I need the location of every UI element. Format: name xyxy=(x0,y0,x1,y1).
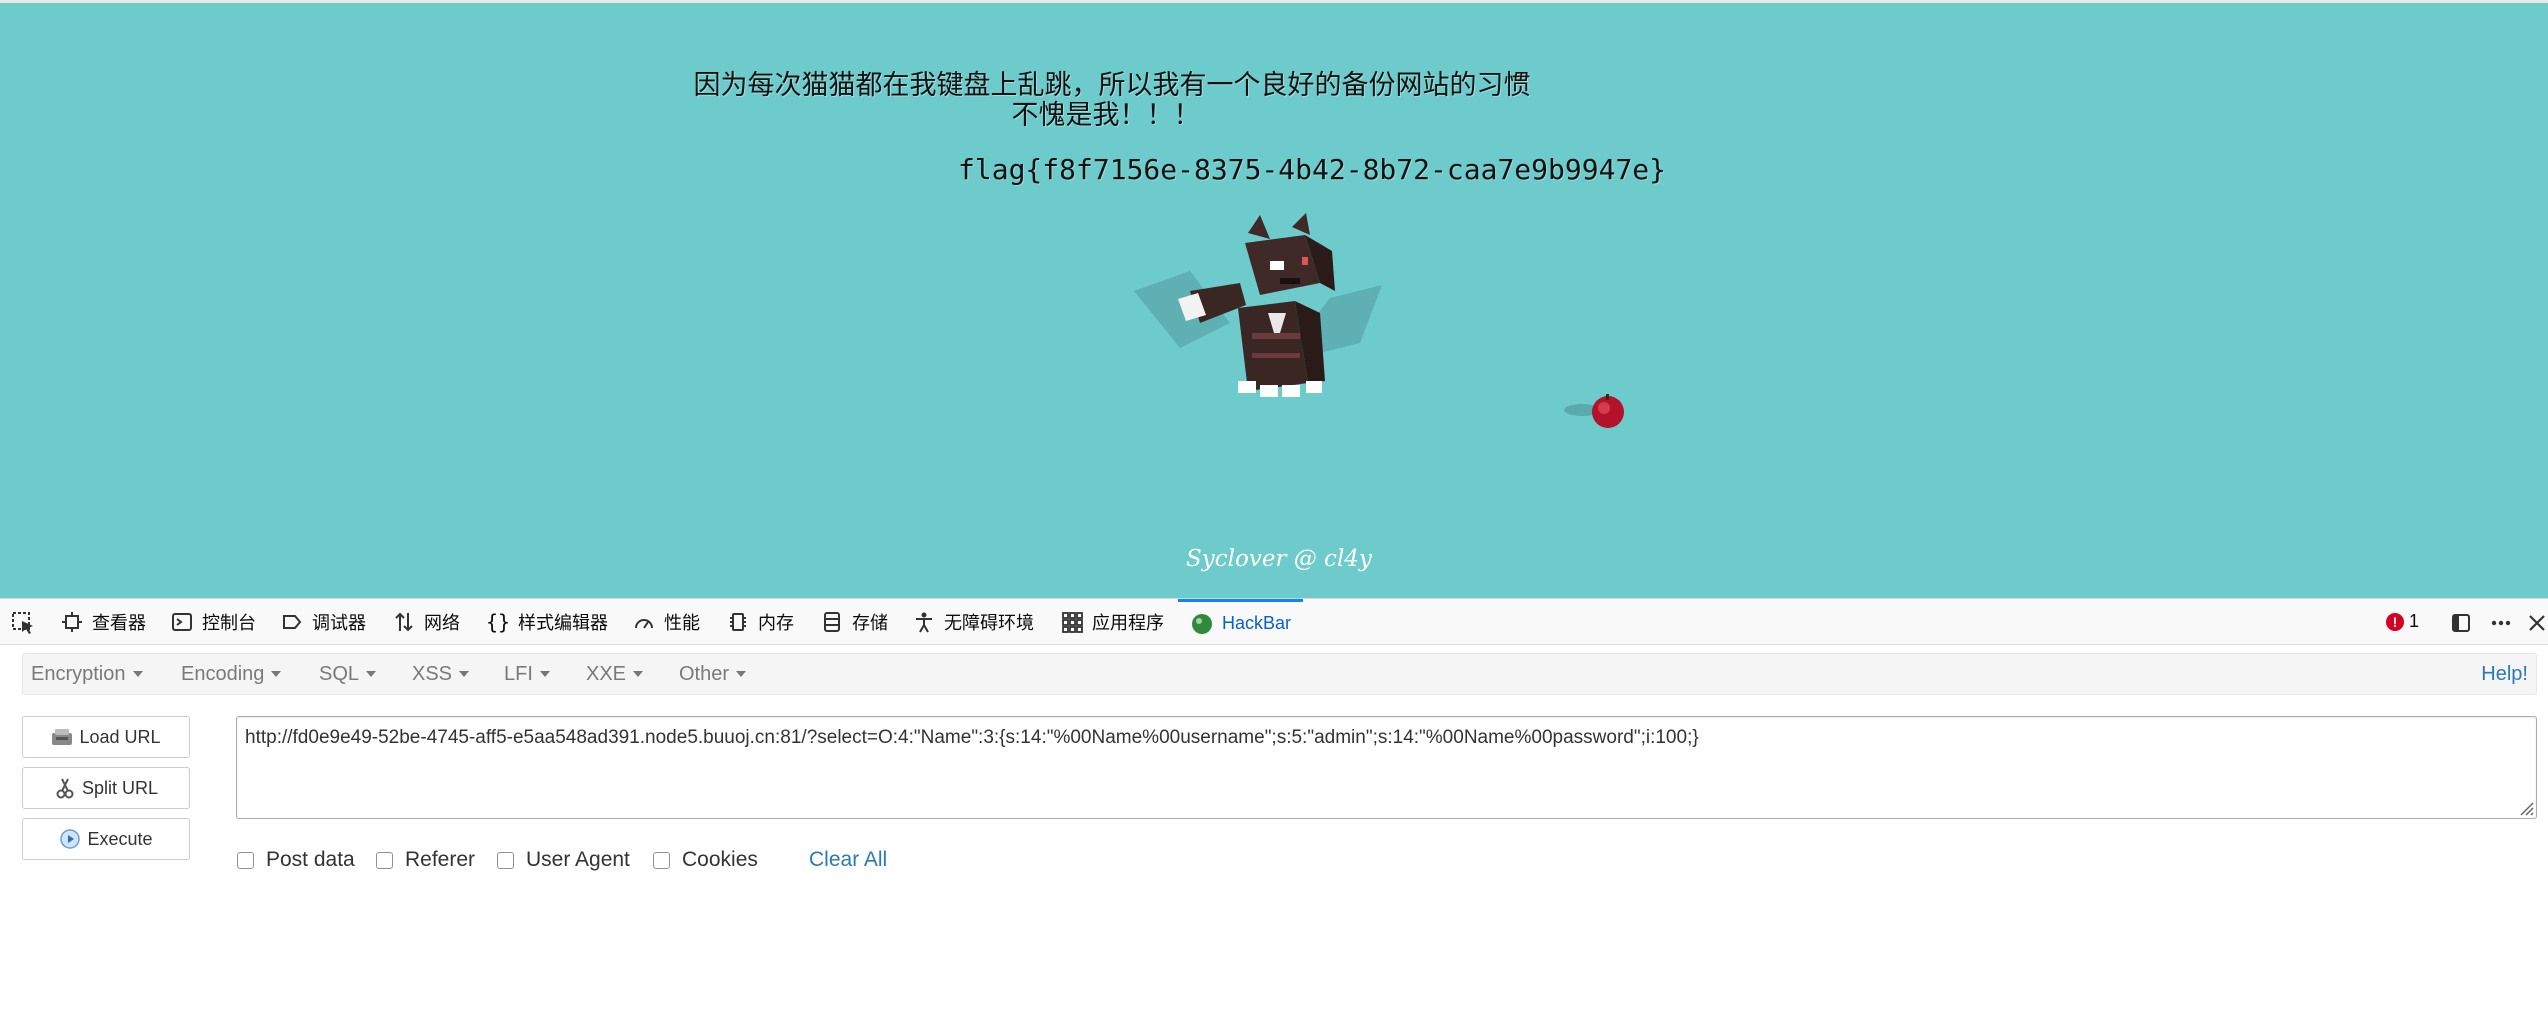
page-viewport: 因为每次猫猫都在我键盘上乱跳，所以我有一个良好的备份网站的习惯 不愧是我！！！ … xyxy=(0,0,2548,598)
dock-side-icon[interactable] xyxy=(2448,610,2474,636)
load-url-button[interactable]: Load URL xyxy=(22,716,190,758)
user-agent-label: User Agent xyxy=(526,848,630,871)
menu-label: SQL xyxy=(319,662,360,685)
url-textarea[interactable]: http://fd0e9e49-52be-4745-aff5-e5aa548ad… xyxy=(236,716,2537,819)
play-icon xyxy=(59,828,81,850)
cookies-option[interactable]: Cookies xyxy=(653,848,758,872)
devtools-tab-label: 样式编辑器 xyxy=(518,613,608,633)
error-count: 1 xyxy=(2409,611,2420,631)
menu-label: XXE xyxy=(586,662,627,685)
hackbar-menu-bar: Encryption Encoding SQL XSS LFI XXE Othe… xyxy=(22,653,2537,695)
cat-illustration xyxy=(1134,213,1382,397)
flag-text: flag{f8f7156e-8375-4b42-8b72-caa7e9b9947… xyxy=(958,153,1667,186)
referer-label: Referer xyxy=(405,848,476,871)
error-count-badge[interactable]: ! 1 xyxy=(2386,611,2419,632)
devtools-tab-label: 性能 xyxy=(664,613,700,633)
referer-option[interactable]: Referer xyxy=(376,848,475,872)
menu-label: LFI xyxy=(504,662,533,685)
accessibility-icon xyxy=(912,610,936,634)
execute-label: Execute xyxy=(87,828,153,849)
post-data-label: Post data xyxy=(266,848,355,871)
devtools-tab-label: 无障碍环境 xyxy=(944,613,1034,633)
devtools-tab-application[interactable]: 应用程序 xyxy=(1060,599,1164,645)
devtools-tab-hackbar[interactable]: HackBar xyxy=(1178,599,1304,645)
chevron-down-icon xyxy=(539,671,550,677)
devtools-tab-console[interactable]: 控制台 xyxy=(170,599,256,645)
devtools-tab-label: 网络 xyxy=(424,613,460,633)
menu-label: Other xyxy=(679,662,730,685)
resize-handle-icon[interactable] xyxy=(2516,798,2534,816)
error-icon: ! xyxy=(2386,612,2404,631)
chevron-down-icon xyxy=(736,671,747,677)
cookies-label: Cookies xyxy=(682,848,758,871)
page-footer: Syclover @ cl4y xyxy=(1186,546,1372,572)
referer-checkbox[interactable] xyxy=(376,851,393,869)
menu-label: Encoding xyxy=(181,662,265,685)
chevron-down-icon xyxy=(132,671,143,677)
post-data-option[interactable]: Post data xyxy=(237,848,355,872)
element-picker-icon[interactable] xyxy=(10,610,36,636)
devtools-tab-performance[interactable]: 性能 xyxy=(632,599,700,645)
hackbar-icon xyxy=(1190,612,1214,636)
devtools-tab-inspector[interactable]: 查看器 xyxy=(60,599,146,645)
user-agent-checkbox[interactable] xyxy=(497,851,514,869)
menu-xss[interactable]: XSS xyxy=(412,654,470,694)
devtools-toolbar: 查看器 控制台 调试器 网络 {} 样式编辑器 性能 内存 存储 无障碍环境 应… xyxy=(0,598,2548,645)
devtools-tab-label: 调试器 xyxy=(312,613,366,633)
close-devtools-icon[interactable] xyxy=(2524,610,2548,636)
post-data-checkbox[interactable] xyxy=(237,851,254,869)
help-link[interactable]: Help! xyxy=(2481,654,2528,694)
network-icon xyxy=(392,610,416,634)
devtools-tab-debugger[interactable]: 调试器 xyxy=(280,599,366,645)
style-editor-icon: {} xyxy=(485,610,511,634)
devtools-tab-label: 存储 xyxy=(852,613,888,633)
devtools-tab-memory[interactable]: 内存 xyxy=(726,599,794,645)
devtools-tab-label: 内存 xyxy=(758,613,794,633)
apple-illustration xyxy=(1564,394,1624,428)
clear-all-link[interactable]: Clear All xyxy=(809,848,887,872)
menu-label: XSS xyxy=(412,662,453,685)
console-icon xyxy=(170,610,194,634)
menu-sql[interactable]: SQL xyxy=(319,654,377,694)
cookies-checkbox[interactable] xyxy=(653,851,670,869)
performance-icon xyxy=(632,610,656,634)
chevron-down-icon xyxy=(271,671,282,677)
browser-window: 因为每次猫猫都在我键盘上乱跳，所以我有一个良好的备份网站的习惯 不愧是我！！！ … xyxy=(0,0,2548,1030)
menu-lfi[interactable]: LFI xyxy=(504,654,550,694)
chevron-down-icon xyxy=(366,671,377,677)
url-value: http://fd0e9e49-52be-4745-aff5-e5aa548ad… xyxy=(245,727,1699,748)
devtools-tab-accessibility[interactable]: 无障碍环境 xyxy=(912,599,1034,645)
devtools-tab-storage[interactable]: 存储 xyxy=(820,599,888,645)
split-url-button[interactable]: Split URL xyxy=(22,767,190,809)
user-agent-option[interactable]: User Agent xyxy=(497,848,630,872)
devtools-tab-label: HackBar xyxy=(1222,613,1292,633)
more-options-icon[interactable] xyxy=(2488,610,2514,636)
devtools-tab-network[interactable]: 网络 xyxy=(392,599,460,645)
load-url-label: Load URL xyxy=(79,726,161,747)
inspector-icon xyxy=(60,610,84,634)
execute-button[interactable]: Execute xyxy=(22,818,190,860)
page-message-line2: 不愧是我！！！ xyxy=(1011,100,1201,131)
load-url-icon xyxy=(51,726,73,748)
menu-other[interactable]: Other xyxy=(679,654,747,694)
chevron-down-icon xyxy=(633,671,644,677)
menu-xxe[interactable]: XXE xyxy=(586,654,644,694)
devtools-tab-label: 应用程序 xyxy=(1092,613,1164,633)
scissors-icon xyxy=(54,777,76,799)
devtools-tab-label: 控制台 xyxy=(202,613,256,633)
split-url-label: Split URL xyxy=(81,777,159,798)
devtools-tab-style-editor[interactable]: {} 样式编辑器 xyxy=(486,599,608,645)
devtools-tab-label: 查看器 xyxy=(92,613,146,633)
chevron-down-icon xyxy=(459,671,470,677)
storage-icon xyxy=(820,610,844,634)
menu-label: Encryption xyxy=(31,662,126,685)
application-icon xyxy=(1060,610,1084,634)
debugger-icon xyxy=(280,610,304,634)
menu-encoding[interactable]: Encoding xyxy=(181,654,282,694)
memory-icon xyxy=(726,610,750,634)
menu-encryption[interactable]: Encryption xyxy=(31,654,143,694)
